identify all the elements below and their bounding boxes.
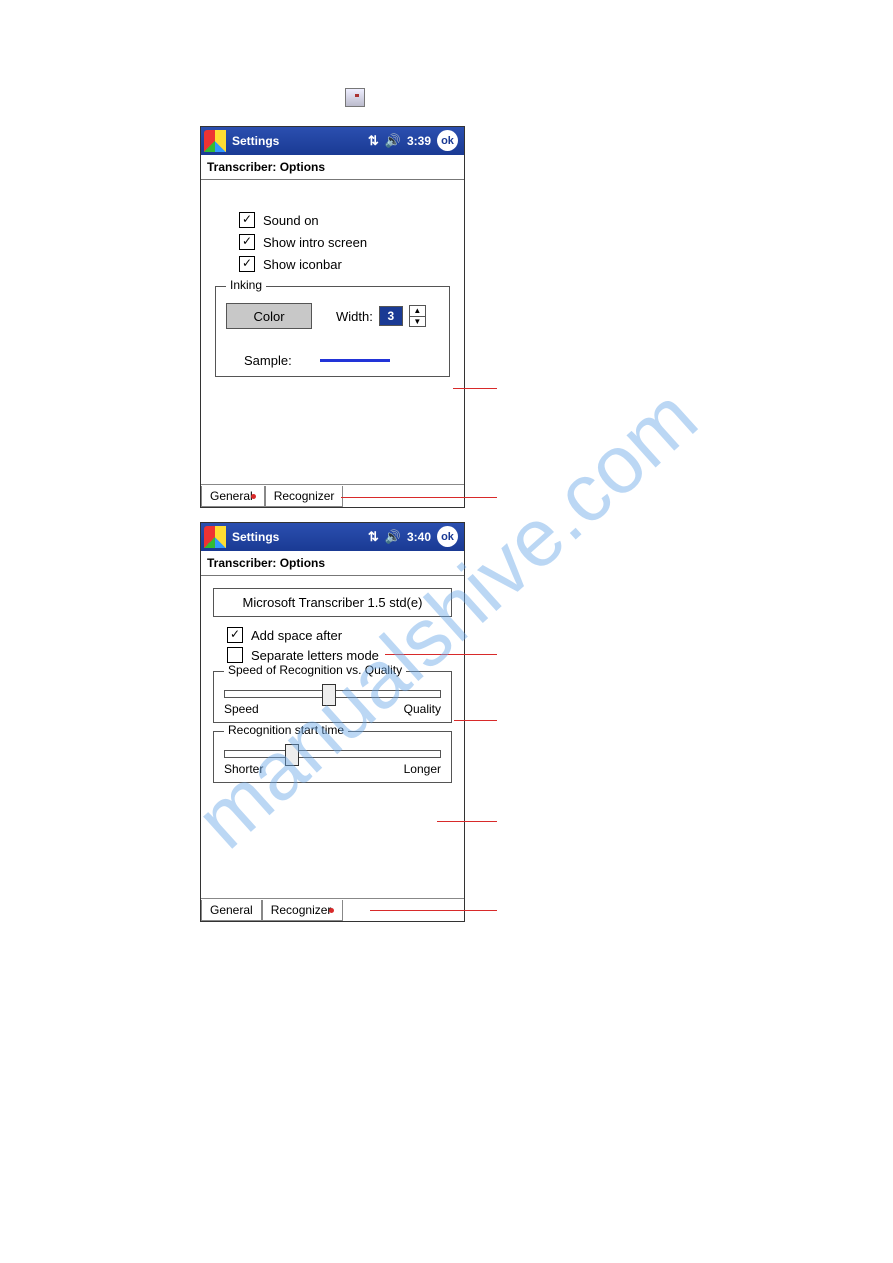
callout-line: [370, 910, 497, 911]
spinner-down-icon[interactable]: ▼: [410, 317, 425, 327]
slider-left-label: Shorter: [224, 762, 263, 776]
tab-label: General: [210, 903, 253, 917]
checkbox-icon: [239, 256, 255, 272]
group-legend: Speed of Recognition vs. Quality: [224, 663, 406, 677]
tab-recognizer[interactable]: Recognizer: [262, 900, 344, 921]
tab-label: General: [210, 489, 253, 503]
speaker-icon[interactable]: 🔊: [385, 133, 401, 149]
titlebar: Settings ⇅ 🔊 3:40 ok: [201, 523, 464, 551]
callout-dot: [251, 494, 256, 499]
callout-dot: [329, 908, 334, 913]
checkbox-label: Show intro screen: [263, 235, 367, 250]
sample-label: Sample:: [244, 353, 292, 368]
tabs-row: General Recognizer: [201, 484, 464, 507]
tab-label: Recognizer: [274, 489, 335, 503]
inking-legend: Inking: [226, 278, 266, 292]
checkbox-sound-on[interactable]: Sound on: [239, 212, 454, 228]
slider-right-label: Longer: [404, 762, 441, 776]
checkbox-add-space[interactable]: Add space after: [227, 627, 458, 643]
titlebar-title: Settings: [232, 530, 279, 544]
page-title: Transcriber: Options: [201, 155, 464, 180]
slider-thumb[interactable]: [322, 684, 336, 706]
recognition-engine-select[interactable]: Microsoft Transcriber 1.5 std(e): [213, 588, 452, 617]
width-input[interactable]: 3: [379, 306, 403, 326]
checkbox-separate-letters[interactable]: Separate letters mode: [227, 647, 458, 663]
screenshot-general-tab: Settings ⇅ 🔊 3:39 ok Transcriber: Option…: [200, 126, 465, 508]
start-time-group: Recognition start time Shorter Longer: [213, 731, 452, 783]
checkbox-icon: [239, 234, 255, 250]
checkbox-show-intro[interactable]: Show intro screen: [239, 234, 454, 250]
screenshot-recognizer-tab: Settings ⇅ 🔊 3:40 ok Transcriber: Option…: [200, 522, 465, 922]
ok-button[interactable]: ok: [437, 130, 458, 151]
connectivity-icon[interactable]: ⇅: [368, 133, 379, 149]
group-legend: Recognition start time: [224, 723, 348, 737]
speaker-icon[interactable]: 🔊: [385, 529, 401, 545]
clock: 3:39: [407, 134, 431, 148]
checkbox-show-iconbar[interactable]: Show iconbar: [239, 256, 454, 272]
page-title: Transcriber: Options: [201, 551, 464, 576]
width-spinner[interactable]: ▲ ▼: [409, 305, 426, 327]
callout-line: [453, 388, 497, 389]
slider-thumb[interactable]: [285, 744, 299, 766]
inking-group: Inking Color Width: 3 ▲ ▼ Sample:: [215, 286, 450, 377]
titlebar-title: Settings: [232, 134, 279, 148]
tab-recognizer[interactable]: Recognizer: [265, 486, 344, 507]
color-button[interactable]: Color: [226, 303, 312, 329]
checkbox-label: Sound on: [263, 213, 319, 228]
callout-line: [341, 497, 497, 498]
options-toolbar-icon: [345, 88, 365, 107]
checkbox-label: Separate letters mode: [251, 648, 379, 663]
callout-line: [385, 654, 497, 655]
clock: 3:40: [407, 530, 431, 544]
spinner-up-icon[interactable]: ▲: [410, 306, 425, 317]
titlebar: Settings ⇅ 🔊 3:39 ok: [201, 127, 464, 155]
slider-right-label: Quality: [404, 702, 441, 716]
speed-quality-group: Speed of Recognition vs. Quality Speed Q…: [213, 671, 452, 723]
slider-left-label: Speed: [224, 702, 259, 716]
ink-sample-line: [320, 359, 390, 362]
checkbox-icon: [239, 212, 255, 228]
checkbox-icon: [227, 647, 243, 663]
start-menu-icon[interactable]: [204, 130, 226, 152]
connectivity-icon[interactable]: ⇅: [368, 529, 379, 545]
tab-general[interactable]: General: [201, 486, 265, 507]
width-label: Width:: [336, 309, 373, 324]
tab-general[interactable]: General: [201, 900, 262, 921]
start-time-slider[interactable]: [224, 750, 441, 758]
ok-button[interactable]: ok: [437, 526, 458, 547]
checkbox-label: Add space after: [251, 628, 342, 643]
callout-line: [454, 720, 497, 721]
speed-quality-slider[interactable]: [224, 690, 441, 698]
callout-line: [437, 821, 497, 822]
tab-label: Recognizer: [271, 903, 332, 917]
start-menu-icon[interactable]: [204, 526, 226, 548]
checkbox-icon: [227, 627, 243, 643]
checkbox-label: Show iconbar: [263, 257, 342, 272]
